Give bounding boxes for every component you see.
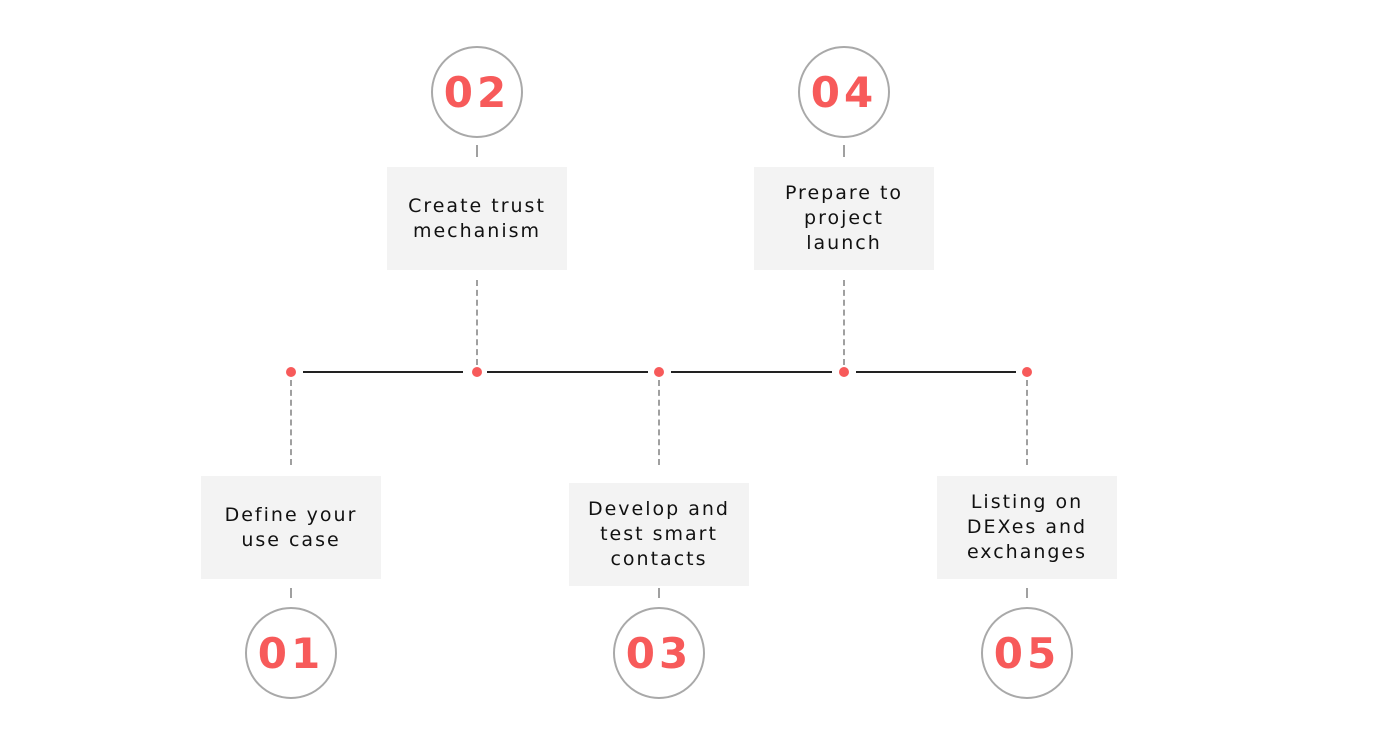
timeline-dot xyxy=(654,367,664,377)
connector xyxy=(290,588,292,598)
timeline-line xyxy=(303,371,463,373)
step-label-box: Develop and test smart contacts xyxy=(569,483,749,586)
connector xyxy=(658,588,660,598)
step-number-circle: 05 xyxy=(981,607,1073,699)
step-label-box: Prepare to project launch xyxy=(754,167,934,270)
connector xyxy=(290,380,292,465)
connector xyxy=(1026,588,1028,598)
step-number-circle: 01 xyxy=(245,607,337,699)
step-label: Listing on DEXes and exchanges xyxy=(966,491,1088,563)
timeline-line xyxy=(856,371,1016,373)
connector xyxy=(843,280,845,365)
timeline-dot xyxy=(472,367,482,377)
timeline-line xyxy=(671,371,832,373)
step-label: Develop and test smart contacts xyxy=(587,498,730,570)
step-label-box: Listing on DEXes and exchanges xyxy=(937,476,1117,579)
connector xyxy=(843,145,845,157)
step-label-box: Create trust mechanism xyxy=(387,167,567,270)
timeline-dot xyxy=(286,367,296,377)
connector xyxy=(1026,380,1028,465)
connector xyxy=(658,380,660,465)
step-number-circle: 02 xyxy=(431,46,523,138)
connector xyxy=(476,145,478,157)
step-label: Define your use case xyxy=(224,503,358,551)
timeline-dot xyxy=(839,367,849,377)
step-number-circle: 04 xyxy=(798,46,890,138)
step-label: Create trust mechanism xyxy=(408,194,546,242)
timeline-line xyxy=(487,371,648,373)
connector xyxy=(476,280,478,365)
step-label-box: Define your use case xyxy=(201,476,381,579)
step-label: Prepare to project launch xyxy=(784,182,904,254)
timeline-dot xyxy=(1022,367,1032,377)
step-number-circle: 03 xyxy=(613,607,705,699)
